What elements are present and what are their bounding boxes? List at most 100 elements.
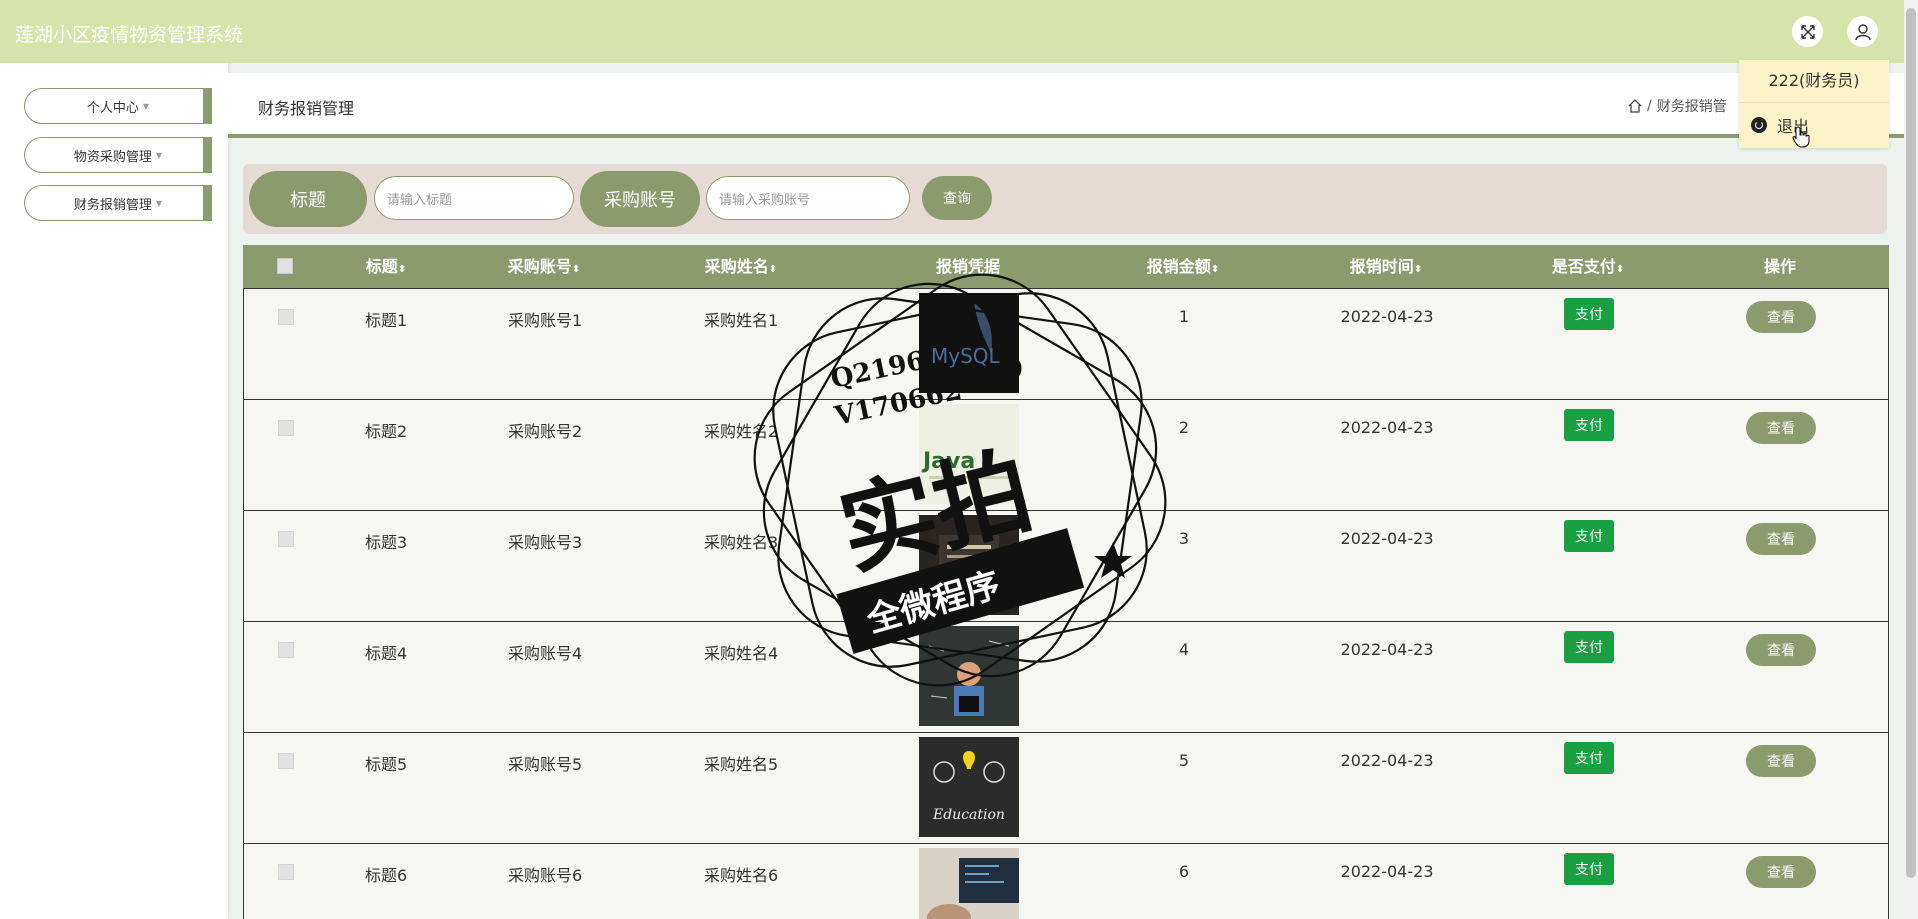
- svg-text:MySQL: MySQL: [931, 344, 1001, 368]
- cell-account: 采购账号6: [508, 866, 583, 885]
- view-button[interactable]: 查看: [1746, 523, 1816, 555]
- chevron-down-icon: ▼: [155, 198, 163, 208]
- pay-button[interactable]: 支付: [1564, 409, 1614, 441]
- cell-name: 采购姓名1: [704, 311, 779, 330]
- breadcrumb-separator: /: [1647, 98, 1652, 114]
- title-search-input[interactable]: 请输入标题: [374, 176, 574, 220]
- account-search-label: 采购账号: [580, 171, 700, 227]
- voucher-thumbnail-classroom[interactable]: [919, 626, 1019, 726]
- fullscreen-icon[interactable]: [1792, 16, 1823, 47]
- row-checkbox[interactable]: [278, 864, 294, 880]
- table-row: 标题4 采购账号4 采购姓名4 4 2022-04-23 支付 查看: [243, 621, 1889, 732]
- cell-amount: 2: [1178, 418, 1190, 437]
- sidebar-item-label: 财务报销管理: [73, 197, 152, 213]
- reimbursement-table: 标题⬍ 采购账号⬍ 采购姓名⬍ 报销凭据 报销金额⬍ 报销时间⬍ 是否支付⬍ 操…: [243, 245, 1889, 919]
- table-row: 标题2 采购账号2 采购姓名2 Java 2 2022-04-23 支付 查看: [243, 399, 1889, 510]
- pay-button[interactable]: 支付: [1564, 631, 1614, 663]
- view-button[interactable]: 查看: [1746, 412, 1816, 444]
- breadcrumb-current: 财务报销管: [1656, 99, 1727, 115]
- cell-name: 采购姓名6: [704, 866, 779, 885]
- cell-title: 标题2: [365, 422, 408, 441]
- header-account[interactable]: 采购账号⬍: [508, 245, 580, 288]
- table-row: 标题1 采购账号1 采购姓名1 MySQL 1 2022-04-23 支付 查看: [243, 288, 1889, 399]
- app-title: 莲湖小区疫情物资管理系统: [15, 24, 244, 46]
- username-label: 222(财务员): [1739, 60, 1889, 103]
- view-button[interactable]: 查看: [1746, 634, 1816, 666]
- cell-time: 2022-04-23: [1340, 751, 1434, 770]
- account-search-input[interactable]: 请输入采购账号: [706, 176, 910, 220]
- table-row: 标题6 采购账号6 采购姓名6 6 2022-04-23 支付 查看: [243, 843, 1889, 919]
- header-actions: 操作: [1763, 257, 1797, 276]
- sort-icon: ⬍: [1615, 264, 1625, 275]
- sort-icon: ⬍: [1210, 264, 1220, 275]
- page-header: 财务报销管理 / 财务报销管: [228, 73, 1918, 138]
- sort-icon: ⬍: [768, 264, 778, 275]
- header-amount[interactable]: 报销金额⬍: [1147, 245, 1219, 288]
- table-header: 标题⬍ 采购账号⬍ 采购姓名⬍ 报销凭据 报销金额⬍ 报销时间⬍ 是否支付⬍ 操…: [243, 245, 1889, 288]
- cell-time: 2022-04-23: [1340, 529, 1434, 548]
- header-name[interactable]: 采购姓名⬍: [705, 245, 777, 288]
- sidebar-item-reimbursement[interactable]: 财务报销管理 ▼: [24, 185, 212, 221]
- cell-title: 标题3: [365, 533, 408, 552]
- svg-text:Education: Education: [932, 807, 1005, 823]
- voucher-thumbnail-book[interactable]: [919, 515, 1019, 615]
- view-button[interactable]: 查看: [1746, 745, 1816, 777]
- chevron-down-icon: ▼: [142, 101, 150, 111]
- cell-amount: 3: [1178, 529, 1190, 548]
- select-all-checkbox[interactable]: [277, 258, 293, 274]
- cell-title: 标题5: [365, 755, 408, 774]
- power-icon: [1751, 117, 1767, 133]
- view-button[interactable]: 查看: [1746, 301, 1816, 333]
- cell-account: 采购账号4: [508, 644, 583, 663]
- voucher-thumbnail-laptop[interactable]: [919, 848, 1019, 919]
- breadcrumb: / 财务报销管: [1628, 96, 1727, 116]
- row-checkbox[interactable]: [278, 420, 294, 436]
- search-panel: 标题 请输入标题 采购账号 请输入采购账号 查询: [243, 164, 1887, 234]
- view-button[interactable]: 查看: [1746, 856, 1816, 888]
- query-button[interactable]: 查询: [922, 176, 992, 220]
- sidebar-item-personal-center[interactable]: 个人中心 ▼: [24, 88, 212, 124]
- pay-button[interactable]: 支付: [1564, 742, 1614, 774]
- svg-text:Java: Java: [921, 449, 975, 474]
- cell-amount: 4: [1178, 640, 1190, 659]
- voucher-thumbnail-education[interactable]: Education: [919, 737, 1019, 837]
- header-time[interactable]: 报销时间⬍: [1350, 245, 1422, 288]
- sort-icon: ⬍: [397, 264, 407, 275]
- cell-title: 标题1: [365, 311, 408, 330]
- cell-amount: 1: [1178, 307, 1190, 326]
- cell-amount: 5: [1178, 751, 1190, 770]
- header-title[interactable]: 标题⬍: [366, 245, 406, 288]
- hand-cursor-icon: [1792, 126, 1810, 148]
- logout-menu-item[interactable]: 退出: [1739, 103, 1889, 147]
- user-dropdown-menu: 222(财务员) 退出: [1739, 60, 1889, 148]
- pay-button[interactable]: 支付: [1564, 520, 1614, 552]
- chevron-down-icon: ▼: [155, 150, 163, 160]
- cell-account: 采购账号2: [508, 422, 583, 441]
- sort-icon: ⬍: [571, 264, 581, 275]
- pay-button[interactable]: 支付: [1564, 853, 1614, 885]
- voucher-thumbnail-mysql[interactable]: MySQL: [919, 293, 1019, 393]
- sidebar: 个人中心 ▼ 物资采购管理 ▼ 财务报销管理 ▼: [0, 63, 228, 919]
- row-checkbox[interactable]: [278, 531, 294, 547]
- table-row: 标题5 采购账号5 采购姓名5 Education 5 2022-04-23 支…: [243, 732, 1889, 843]
- row-checkbox[interactable]: [278, 309, 294, 325]
- header-paid[interactable]: 是否支付⬍: [1552, 245, 1624, 288]
- cell-title: 标题6: [365, 866, 408, 885]
- sidebar-item-procurement[interactable]: 物资采购管理 ▼: [24, 137, 212, 173]
- cell-account: 采购账号1: [508, 311, 583, 330]
- sidebar-item-label: 物资采购管理: [73, 149, 152, 165]
- cell-name: 采购姓名2: [704, 422, 779, 441]
- row-checkbox[interactable]: [278, 753, 294, 769]
- scrollbar-thumb[interactable]: [1906, 8, 1916, 878]
- cell-name: 采购姓名3: [704, 533, 779, 552]
- home-icon[interactable]: [1628, 99, 1642, 113]
- page-title: 财务报销管理: [258, 99, 355, 118]
- cell-time: 2022-04-23: [1340, 862, 1434, 881]
- cell-title: 标题4: [365, 644, 408, 663]
- row-checkbox[interactable]: [278, 642, 294, 658]
- user-avatar-icon[interactable]: [1847, 16, 1878, 47]
- voucher-thumbnail-java[interactable]: Java: [919, 404, 1019, 504]
- scrollbar[interactable]: [1904, 0, 1918, 919]
- cell-time: 2022-04-23: [1340, 307, 1434, 326]
- pay-button[interactable]: 支付: [1564, 298, 1614, 330]
